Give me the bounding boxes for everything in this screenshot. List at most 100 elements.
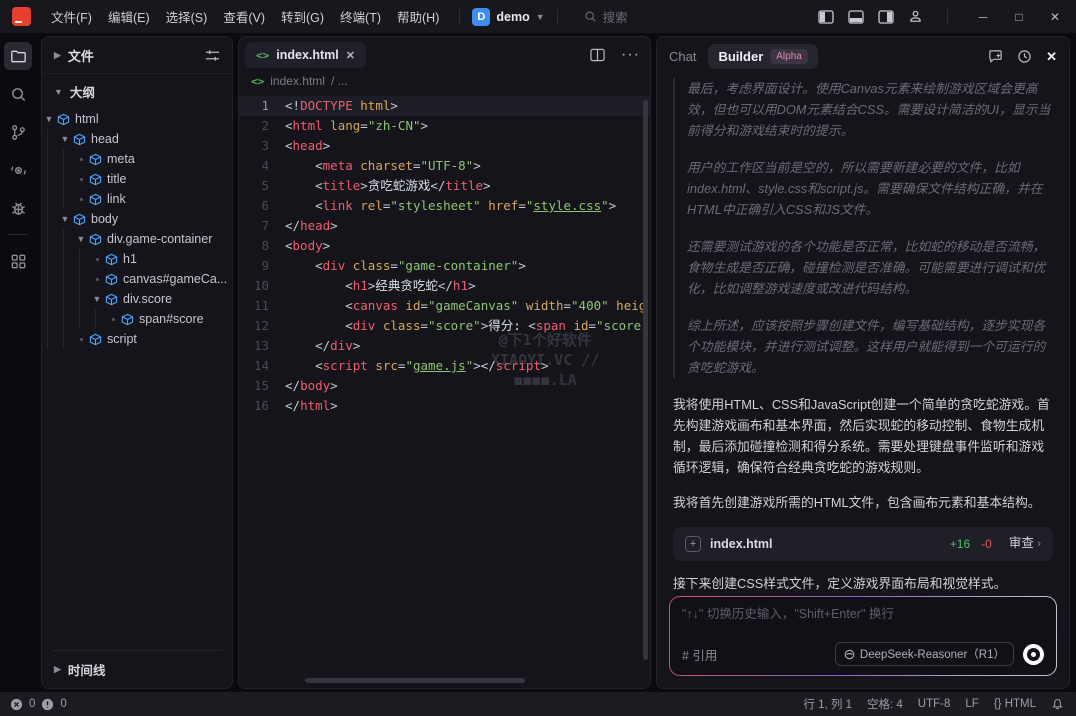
status-item[interactable]: UTF-8 (918, 698, 951, 710)
breadcrumb[interactable]: <> index.html / ... (239, 72, 650, 94)
menu-bar: 文件(F)编辑(E)选择(S)查看(V)转到(G)终端(T)帮助(H) (43, 3, 447, 30)
symbol-cube-icon (89, 333, 102, 346)
close-button[interactable]: ✕ (1044, 10, 1066, 24)
toggle-bottom-panel-icon[interactable] (848, 10, 864, 24)
global-search[interactable]: 搜索 (584, 7, 628, 26)
indent-guide (63, 329, 74, 349)
tab-close-icon[interactable]: ✕ (346, 49, 355, 62)
symbol-cube-icon (57, 113, 70, 126)
explorer-icon[interactable] (4, 42, 32, 70)
divider (459, 9, 460, 25)
reference-button[interactable]: # 引用 (682, 645, 717, 664)
menu-文件[interactable]: 文件(F) (43, 3, 100, 30)
warnings-icon (41, 698, 54, 711)
timeline-section-header[interactable]: ▶ 时间线 (52, 651, 222, 688)
status-item[interactable]: 行 1, 列 1 (803, 696, 852, 712)
model-selector[interactable]: DeepSeek-Reasoner（R1） (835, 642, 1014, 666)
outline-item-head[interactable]: ▼head (42, 129, 232, 149)
outline-item-script[interactable]: script (42, 329, 232, 349)
indent-guide (47, 289, 58, 309)
chevron-down-icon[interactable]: ▼ (42, 114, 56, 124)
indent-guide (47, 229, 58, 249)
outline-item-label: script (107, 332, 137, 346)
project-switcher[interactable]: D demo ▼ (472, 8, 544, 26)
notifications-bell-icon[interactable] (1051, 698, 1064, 711)
files-section-header[interactable]: ▶ 文件 (42, 37, 232, 73)
code-line-13: 13 </div> (239, 336, 650, 356)
diff-added: +16 (950, 534, 970, 555)
status-item[interactable]: LF (965, 698, 978, 710)
chat-input[interactable] (682, 607, 1044, 621)
extensions-icon[interactable] (4, 247, 32, 275)
chevron-down-icon[interactable]: ▼ (58, 214, 72, 224)
outline-item-div.score[interactable]: ▼div.score (42, 289, 232, 309)
outline-item-span#score[interactable]: span#score (42, 309, 232, 329)
menu-终端[interactable]: 终端(T) (332, 3, 389, 30)
account-icon[interactable] (908, 9, 923, 24)
code-line-11: 11 <canvas id="gameCanvas" width="400" h… (239, 296, 650, 316)
menu-选择[interactable]: 选择(S) (158, 3, 216, 30)
chevron-down-icon[interactable]: ▼ (58, 134, 72, 144)
tab-chat[interactable]: Chat (669, 49, 696, 64)
close-chat-icon[interactable]: ✕ (1046, 49, 1057, 65)
references-icon[interactable] (4, 156, 32, 184)
indent-guide (63, 149, 74, 169)
menu-转到[interactable]: 转到(G) (273, 3, 332, 30)
vertical-scrollbar[interactable] (643, 100, 648, 660)
status-item[interactable]: 空格: 4 (867, 696, 903, 712)
error-count[interactable]: 0 (29, 698, 35, 710)
status-item[interactable]: {} HTML (994, 698, 1036, 710)
stop-generating-button[interactable] (1023, 644, 1044, 665)
filter-icon[interactable] (205, 49, 220, 62)
symbol-cube-icon (89, 173, 102, 186)
sidebar-explorer: ▶ 文件 ▼ 大纲 ▼html▼headmetatitlelink▼body▼d… (41, 36, 233, 689)
indent-guide (63, 169, 74, 189)
toggle-right-panel-icon[interactable] (878, 10, 894, 24)
code-editor[interactable]: 1<!DOCTYPE html>2<html lang="zh-CN">3<he… (239, 94, 650, 688)
history-icon[interactable] (1017, 49, 1032, 64)
file-card-index-html[interactable]: + index.html +16 -0 审查 › (673, 527, 1053, 561)
indent-guide (95, 309, 106, 329)
bullet-dot (90, 274, 104, 284)
outline-item-canvas#gameCa...[interactable]: canvas#gameCa... (42, 269, 232, 289)
code-line-6: 6 <link rel="stylesheet" href="style.css… (239, 196, 650, 216)
tab-index-html[interactable]: <> index.html ✕ (245, 42, 366, 68)
maximize-button[interactable]: □ (1008, 10, 1030, 24)
menu-查看[interactable]: 查看(V) (215, 3, 273, 30)
chevron-down-icon[interactable]: ▼ (74, 234, 88, 244)
line-number: 11 (239, 296, 285, 316)
chevron-down-icon: ▼ (54, 87, 63, 97)
source-control-icon[interactable] (4, 118, 32, 146)
warning-count[interactable]: 0 (60, 698, 66, 710)
outline-item-h1[interactable]: h1 (42, 249, 232, 269)
outline-item-label: div.game-container (107, 232, 212, 246)
more-actions-icon[interactable]: ··· (621, 46, 640, 64)
outline-item-div.game-container[interactable]: ▼ div.game-container (42, 229, 232, 249)
outline-section-header[interactable]: ▼ 大纲 (42, 73, 232, 107)
outline-item-meta[interactable]: meta (42, 149, 232, 169)
menu-帮助[interactable]: 帮助(H) (389, 3, 447, 30)
outline-item-title[interactable]: title (42, 169, 232, 189)
outline-item-html[interactable]: ▼html (42, 109, 232, 129)
chevron-down-icon[interactable]: ▼ (90, 294, 104, 304)
project-badge: D (472, 8, 490, 26)
search-sidebar-icon[interactable] (4, 80, 32, 108)
indent-guide (47, 189, 58, 209)
review-button[interactable]: 审查 › (1009, 533, 1041, 555)
outline-item-body[interactable]: ▼body (42, 209, 232, 229)
split-editor-icon[interactable] (590, 48, 605, 62)
line-number: 5 (239, 176, 285, 196)
new-chat-icon[interactable] (988, 49, 1003, 64)
debug-icon[interactable] (4, 194, 32, 222)
tab-builder[interactable]: Builder Alpha (708, 44, 817, 69)
minimize-button[interactable]: ─ (972, 10, 994, 24)
search-label: 搜索 (603, 7, 628, 26)
search-icon (584, 10, 597, 23)
outline-item-link[interactable]: link (42, 189, 232, 209)
deepseek-logo-icon (844, 649, 855, 660)
html-file-icon: <> (256, 49, 269, 62)
horizontal-scrollbar[interactable] (305, 678, 525, 683)
indent-guide (79, 249, 90, 269)
toggle-left-panel-icon[interactable] (818, 10, 834, 24)
menu-编辑[interactable]: 编辑(E) (100, 3, 158, 30)
